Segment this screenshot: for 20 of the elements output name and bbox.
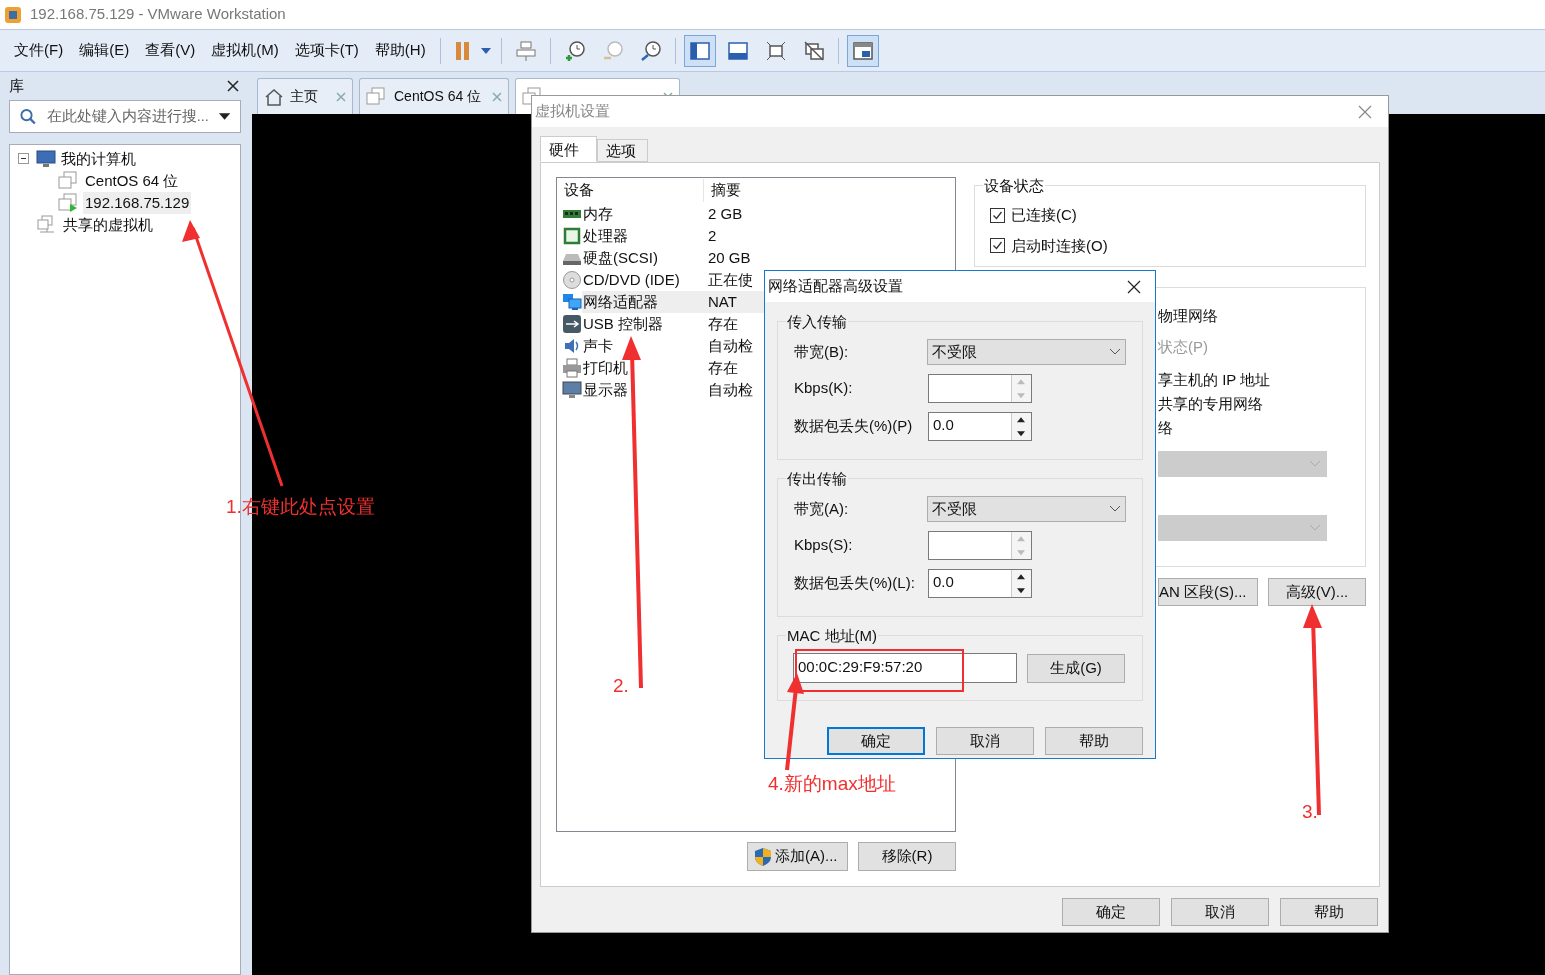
checkbox-label: 已连接(C) [1011, 205, 1077, 225]
field-label: 数据包丢失(%)(P) [794, 416, 914, 437]
field-label: 带宽(A): [794, 498, 850, 519]
annotation-label: 3. [1302, 800, 1318, 824]
option-label: 络 [1158, 418, 1174, 438]
field-label: Kbps(S): [794, 535, 854, 556]
option-label: 状态(P) [1158, 337, 1209, 357]
dialog-title: 网络适配器高级设置 [768, 276, 903, 297]
option-label: 物理网络 [1158, 306, 1219, 326]
annotation-label: 4.新的max地址 [768, 772, 896, 796]
field-label: 数据包丢失(%)(L): [794, 573, 916, 594]
library-title: 库 [9, 75, 24, 96]
option-label: 享主机的 IP 地址 [1158, 370, 1272, 390]
field-label: 带宽(B): [794, 341, 850, 362]
option-label: 共享的专用网络 [1158, 394, 1264, 414]
checkbox-label: 启动时连接(O) [1011, 235, 1108, 256]
field-label: Kbps(K): [794, 378, 854, 399]
annotation-label: 2. [613, 674, 629, 698]
dialog-title: 虚拟机设置 [535, 101, 610, 122]
window-title: 192.168.75.129 - VMware Workstation [30, 4, 286, 25]
